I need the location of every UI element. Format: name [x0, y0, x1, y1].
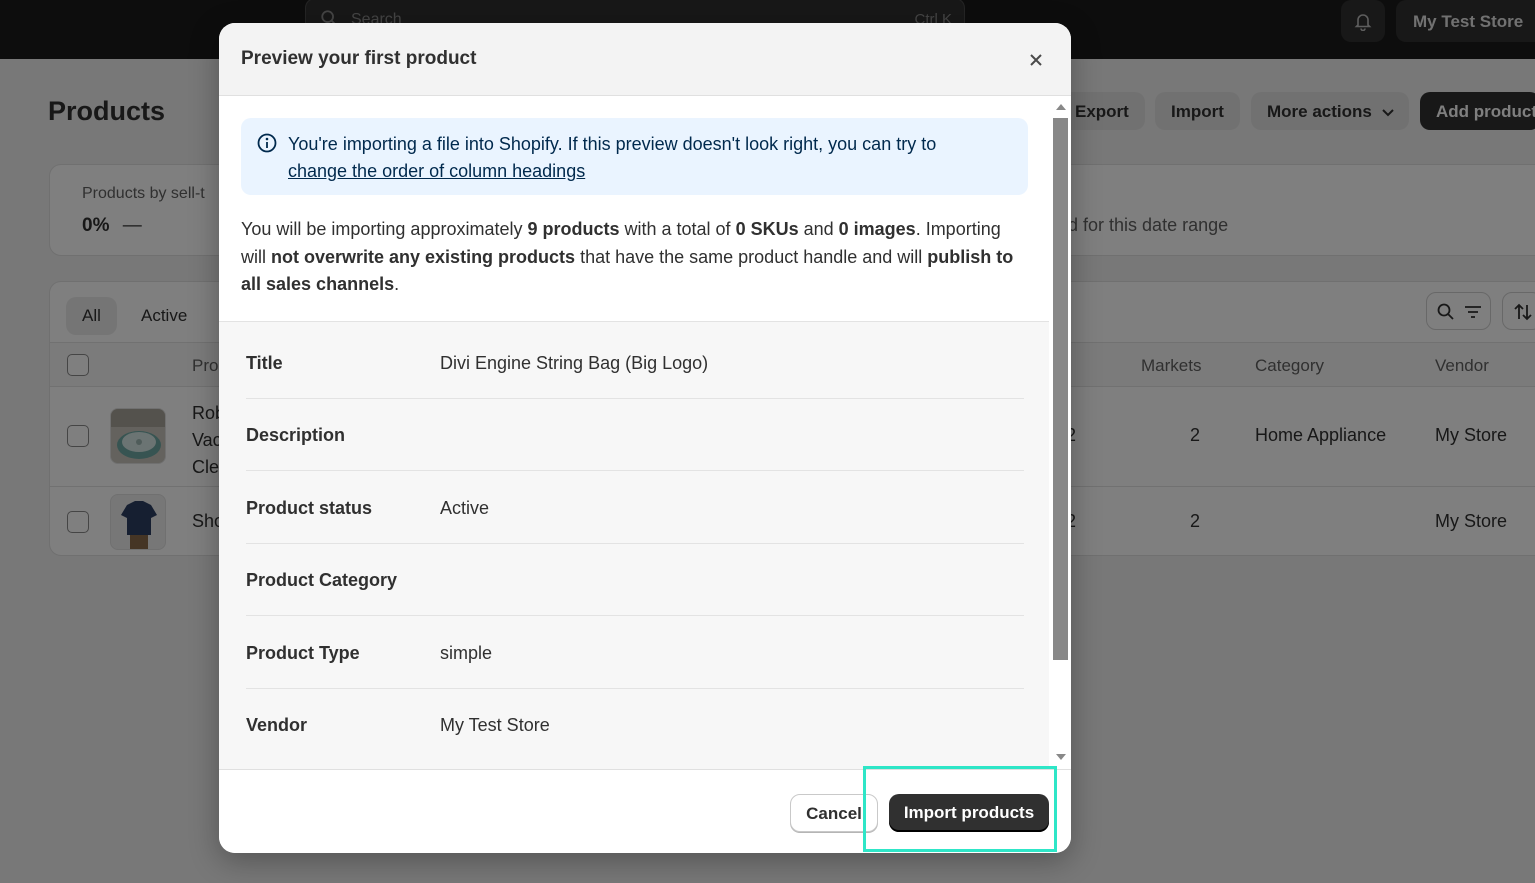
preview-row-vendor: Vendor My Test Store [246, 689, 1024, 761]
modal-scrollbar[interactable] [1050, 96, 1071, 769]
field-value: Divi Engine String Bag (Big Logo) [440, 353, 709, 373]
scroll-up-arrow-icon[interactable] [1056, 104, 1066, 110]
modal-title: Preview your first product [241, 48, 477, 69]
info-banner: You're importing a file into Shopify. If… [241, 118, 1028, 195]
highlight-box [863, 766, 1057, 852]
field-key: Product Type [246, 643, 360, 663]
modal-header: Preview your first product [219, 23, 1071, 96]
preview-modal: Preview your first product You're import… [219, 23, 1071, 853]
scroll-down-arrow-icon[interactable] [1056, 754, 1066, 760]
field-key: Vendor [246, 715, 308, 735]
field-key: Description [246, 425, 346, 445]
modal-body: You're importing a file into Shopify. If… [219, 96, 1071, 769]
field-value: simple [440, 643, 493, 663]
info-icon [257, 133, 277, 153]
preview-row-status: Product status Active [246, 472, 1024, 544]
import-summary: You will be importing approximately 9 pr… [241, 219, 1014, 294]
field-key: Product Category [246, 570, 398, 590]
close-icon [1030, 54, 1042, 66]
field-key: Title [246, 353, 283, 373]
preview-row-description: Description [246, 399, 1024, 471]
field-value: My Test Store [440, 715, 550, 735]
banner-text: You're importing a file into Shopify. If… [288, 134, 937, 181]
field-value: Active [440, 498, 490, 518]
preview-row-category: Product Category [246, 544, 1024, 616]
column-headings-link[interactable]: change the order of column headings [288, 161, 585, 181]
close-button[interactable] [1021, 45, 1051, 75]
field-key: Product status [246, 498, 373, 518]
preview-row-title: Title Divi Engine String Bag (Big Logo) [246, 327, 1024, 399]
scroll-thumb[interactable] [1053, 118, 1068, 660]
preview-row-type: Product Type simple [246, 617, 1024, 689]
product-preview: Title Divi Engine String Bag (Big Logo) … [219, 321, 1049, 769]
